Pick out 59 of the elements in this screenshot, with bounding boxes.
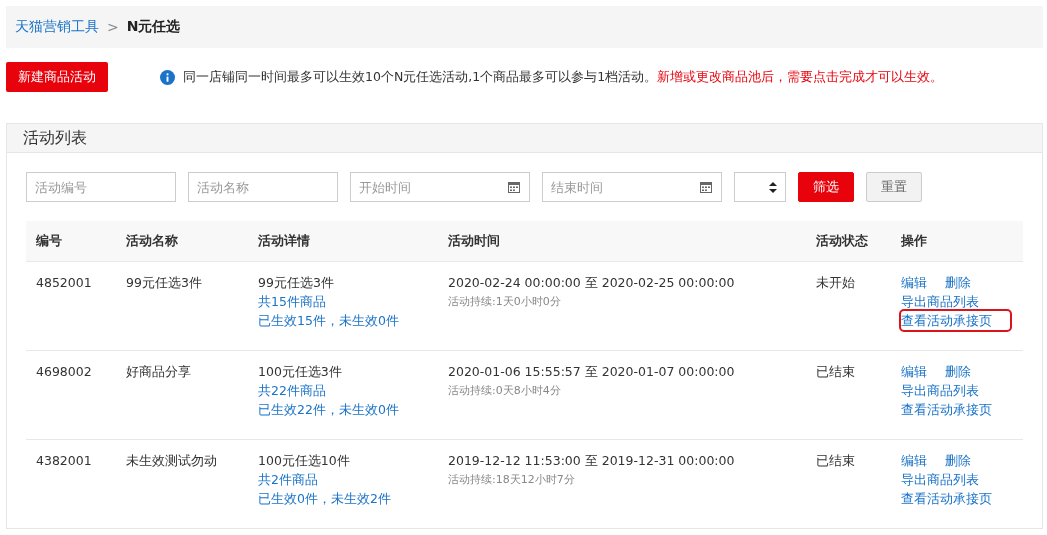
action-link[interactable]: 查看活动承接页 <box>901 311 1010 330</box>
detail-text: 99元任选3件 <box>258 274 334 292</box>
detail-text: 100元任选10件 <box>258 452 350 470</box>
time-range: 2020-01-06 15:55:57 至 2020-01-07 00:00:00 <box>448 363 735 381</box>
name-cell-text: 未生效测试勿动 <box>126 452 217 470</box>
duration-text: 活动持续:0天8小时4分 <box>448 383 561 399</box>
notice-text: 同一店铺同一时间最多可以生效10个N元任选活动,1个商品最多可以参与1档活动。新增或更改商品池后，需要点击完成才可以生效。 <box>183 68 944 86</box>
status-cell-text: 已结束 <box>816 452 855 470</box>
name-cell-text: 好商品分享 <box>126 363 191 381</box>
action-link[interactable]: 导出商品列表 <box>901 470 979 489</box>
action-link[interactable]: 编辑 <box>901 362 927 381</box>
date-field[interactable]: 结束时间 <box>542 172 722 202</box>
name-cell-text: 99元任选3件 <box>126 274 202 292</box>
status-cell-text: 未开始 <box>816 274 855 292</box>
column-header: 编号 <box>35 232 63 250</box>
effect-link[interactable]: 已生效0件，未生效2件 <box>258 489 391 508</box>
item-count-link[interactable]: 共15件商品 <box>258 292 326 311</box>
date-field[interactable]: 开始时间 <box>350 172 530 202</box>
text-field[interactable]: 活动编号 <box>26 172 176 202</box>
item-count-link[interactable]: 共2件商品 <box>258 470 318 489</box>
text-field[interactable]: 活动名称 <box>188 172 338 202</box>
id-cell-text: 4698002 <box>36 363 92 381</box>
reset-button[interactable]: 重置 <box>866 172 922 202</box>
duration-text: 活动持续:18天12小时7分 <box>448 472 575 488</box>
effect-link[interactable]: 已生效22件，未生效0件 <box>258 400 399 419</box>
action-link[interactable]: 编辑 <box>901 451 927 470</box>
item-count-link[interactable]: 共22件商品 <box>258 381 326 400</box>
action-link[interactable]: 编辑 <box>901 273 927 292</box>
calendar-icon <box>700 181 712 193</box>
column-header: 活动时间 <box>447 232 501 250</box>
filter-button[interactable]: 筛选 <box>798 172 854 202</box>
action-link[interactable]: 删除 <box>945 273 971 292</box>
info-icon <box>160 69 175 85</box>
panel-title: 活动列表 <box>7 124 1042 153</box>
time-range: 2019-12-12 11:53:00 至 2019-12-31 00:00:00 <box>448 452 735 470</box>
effect-link[interactable]: 已生效15件，未生效0件 <box>258 311 399 330</box>
select-field[interactable] <box>734 172 786 202</box>
duration-text: 活动持续:1天0小时0分 <box>448 294 561 310</box>
action-link[interactable]: 导出商品列表 <box>901 381 979 400</box>
action-link[interactable]: 导出商品列表 <box>901 292 979 311</box>
new-activity-button[interactable]: 新建商品活动 <box>6 62 108 92</box>
detail-text: 100元任选3件 <box>258 363 342 381</box>
breadcrumb-current: N元任选 <box>126 18 181 36</box>
breadcrumb-separator: > <box>107 19 119 35</box>
column-header: 活动详情 <box>257 232 311 250</box>
action-link[interactable]: 删除 <box>945 362 971 381</box>
breadcrumb-link[interactable]: 天猫营销工具 <box>15 18 99 36</box>
action-link[interactable]: 查看活动承接页 <box>901 489 992 508</box>
action-link[interactable]: 查看活动承接页 <box>901 400 992 419</box>
updown-icon <box>769 181 777 193</box>
action-link[interactable]: 删除 <box>945 451 971 470</box>
time-range: 2020-02-24 00:00:00 至 2020-02-25 00:00:00 <box>448 274 735 292</box>
column-header: 操作 <box>900 232 928 250</box>
column-header: 活动名称 <box>125 232 179 250</box>
id-cell-text: 4382001 <box>36 452 92 470</box>
status-cell-text: 已结束 <box>816 363 855 381</box>
calendar-icon <box>508 181 520 193</box>
id-cell-text: 4852001 <box>36 274 92 292</box>
column-header: 活动状态 <box>815 232 869 250</box>
